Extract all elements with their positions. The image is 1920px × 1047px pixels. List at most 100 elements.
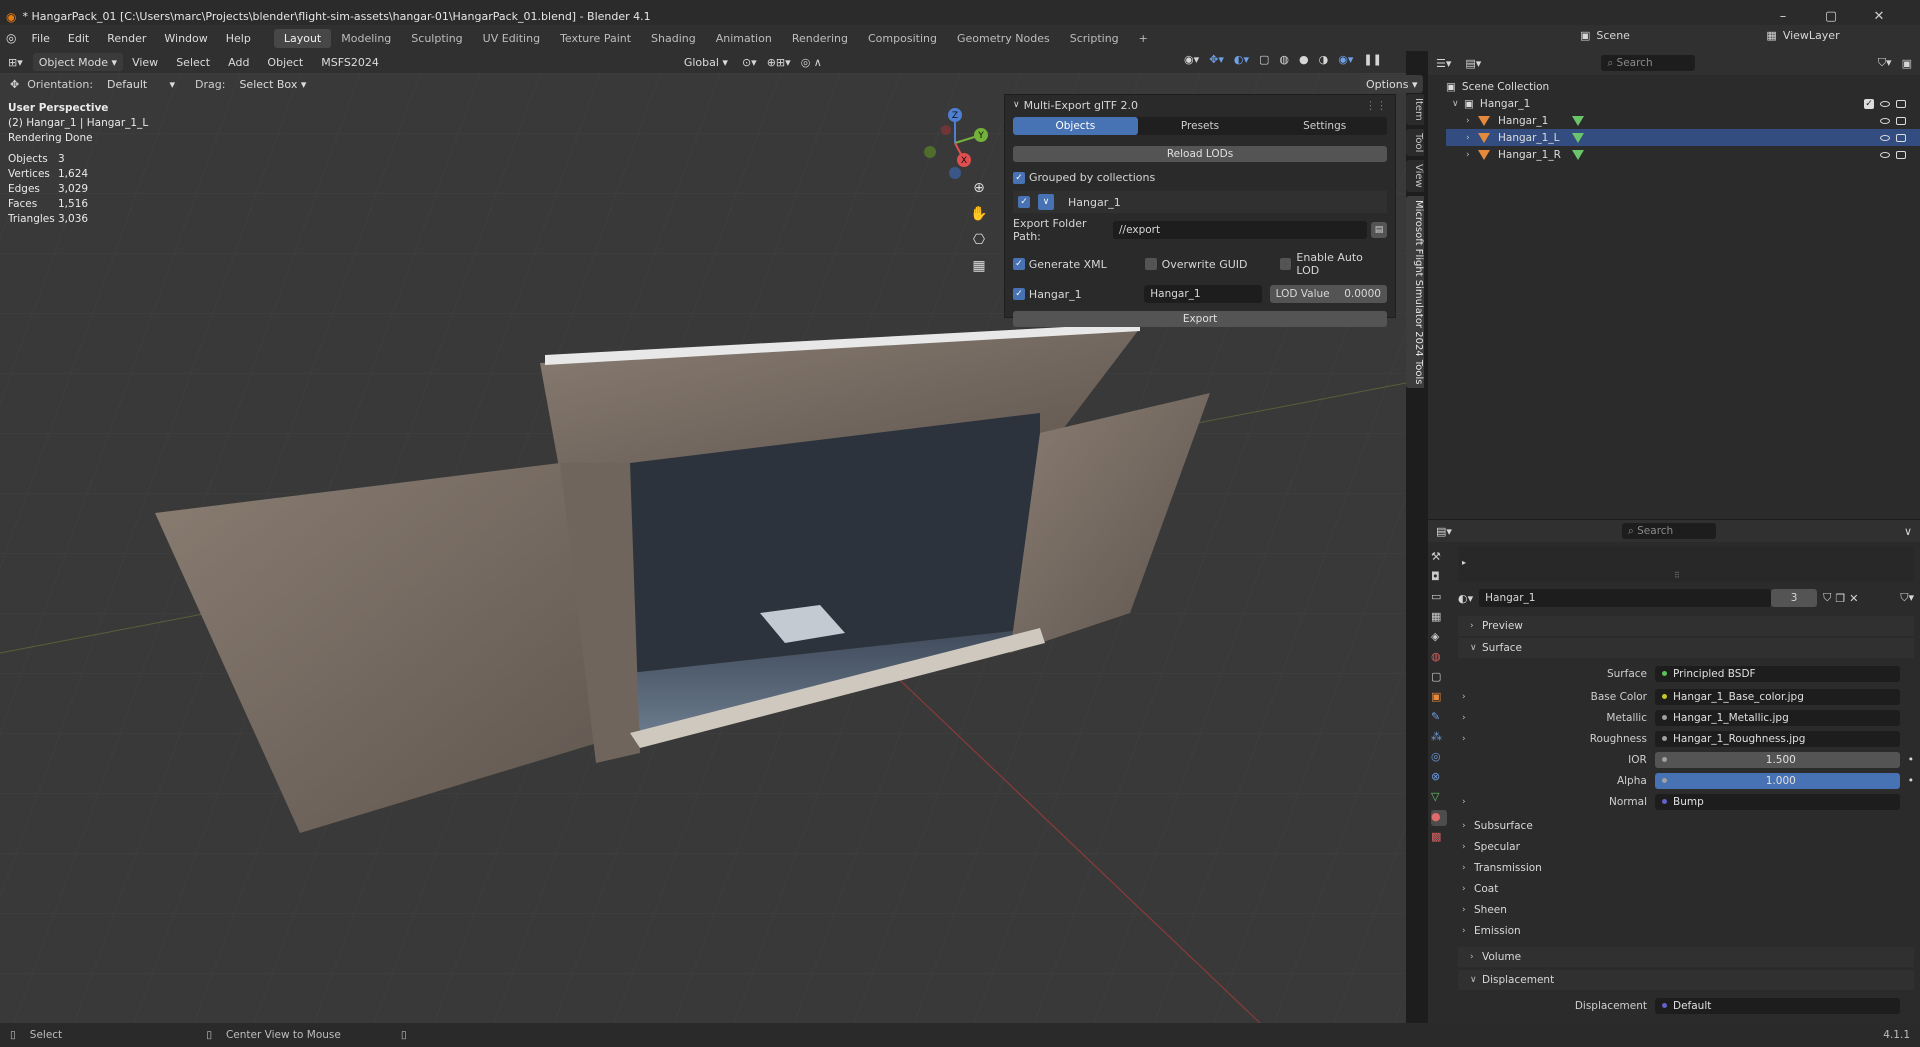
auto-lod-checkbox[interactable] [1279, 258, 1292, 270]
menu-msfs2024[interactable]: MSFS2024 [312, 56, 388, 69]
expand-icon[interactable]: › [1466, 116, 1478, 126]
preview-section[interactable]: › Preview [1458, 616, 1914, 636]
surface-section[interactable]: ∨ Surface [1458, 638, 1914, 658]
reload-lods-button[interactable]: Reload LODs [1013, 146, 1387, 162]
displacement-section[interactable]: ∨ Displacement [1458, 970, 1914, 990]
expand-icon[interactable]: › [1458, 797, 1470, 807]
duplicate-icon[interactable]: ❐ [1835, 592, 1845, 605]
material-slot-list[interactable]: ▸ ⠿ [1458, 546, 1914, 582]
material-browse-icon[interactable]: ◐▾ [1458, 592, 1473, 605]
outliner-object-label[interactable]: Hangar_1_L [1498, 132, 1568, 144]
overwrite-guid-checkbox[interactable] [1144, 258, 1157, 270]
drag-handle-icon[interactable]: ⋮⋮ [1365, 99, 1387, 112]
drag-dropdown[interactable]: Select Box ▾ [233, 75, 312, 93]
gizmo-toggle-icon[interactable]: ✥▾ [1209, 53, 1224, 66]
tab-texture-paint[interactable]: Texture Paint [550, 29, 641, 48]
tool-tab-icon[interactable]: ⚒ [1431, 550, 1447, 566]
export-button[interactable]: Export [1013, 311, 1387, 327]
perspective-grid-icon[interactable]: ▦ [970, 253, 988, 279]
pivot-icon[interactable]: ⊙▾ [742, 56, 757, 69]
eye-icon[interactable] [1880, 151, 1890, 158]
output-tab-icon[interactable]: ▭ [1431, 590, 1447, 606]
snap-icon[interactable]: ⊕⊞▾ [767, 56, 791, 69]
ior-slider[interactable]: 1.500 [1654, 751, 1900, 768]
scene-collection-label[interactable]: Scene Collection [1462, 81, 1549, 93]
tab-animation[interactable]: Animation [706, 29, 782, 48]
collapse-icon[interactable]: ∨ [1013, 100, 1020, 110]
orientation-dropdown[interactable]: Default ▾ [101, 75, 181, 93]
scene-name[interactable]: Scene [1596, 29, 1686, 42]
displacement-field[interactable]: Default [1655, 997, 1900, 1014]
zoom-icon[interactable]: ⊕ [970, 175, 988, 201]
data-tab-icon[interactable]: ▽ [1431, 790, 1447, 806]
eye-icon[interactable] [1880, 117, 1890, 124]
material-users-count[interactable]: 3 [1771, 589, 1818, 607]
expand-icon[interactable]: › [1458, 734, 1470, 744]
keyframe-dot-icon[interactable]: • [1908, 754, 1914, 766]
collection-expand-icon[interactable]: ∨ [1038, 194, 1054, 210]
outliner-object-label[interactable]: Hangar_1 [1498, 115, 1552, 127]
subsection-subsurface[interactable]: › Subsurface [1458, 815, 1914, 836]
render-icon[interactable] [1896, 150, 1906, 159]
collection-label[interactable]: Hangar_1 [1480, 98, 1530, 110]
view-layer-tab-icon[interactable]: ▦ [1431, 610, 1447, 626]
menu-file[interactable]: File [22, 32, 58, 45]
outliner-editor-icon[interactable]: ☰▾ [1436, 57, 1451, 70]
modifier-tab-icon[interactable]: ✎ [1431, 710, 1447, 726]
collection-checkbox[interactable]: ✓ [1018, 196, 1030, 208]
subsection-sheen[interactable]: › Sheen [1458, 899, 1914, 920]
normal-field[interactable]: Bump [1655, 793, 1900, 810]
tab-msfs-tools[interactable]: Microsoft Flight Simulator 2024 Tools [1406, 195, 1424, 389]
object-mode-dropdown[interactable]: Object Mode ▾ [32, 53, 124, 71]
roughness-field[interactable]: Hangar_1_Roughness.jpg [1655, 730, 1900, 747]
xray-icon[interactable]: ▢ [1259, 53, 1269, 66]
filter-icon[interactable]: ⛉▾ [1878, 56, 1892, 70]
properties-search-input[interactable]: ⌕ Search [1621, 523, 1716, 539]
particles-tab-icon[interactable]: ⁂ [1431, 730, 1447, 746]
menu-render[interactable]: Render [98, 32, 155, 45]
tab-uv-editing[interactable]: UV Editing [473, 29, 550, 48]
subsection-transmission[interactable]: › Transmission [1458, 857, 1914, 878]
subsection-coat[interactable]: › Coat [1458, 878, 1914, 899]
metallic-field[interactable]: Hangar_1_Metallic.jpg [1655, 709, 1900, 726]
menu-edit[interactable]: Edit [59, 32, 98, 45]
volume-section[interactable]: › Volume [1458, 947, 1914, 967]
outliner-search-input[interactable]: ⌕ Search [1601, 55, 1696, 71]
tab-geometry-nodes[interactable]: Geometry Nodes [947, 29, 1060, 48]
alpha-slider[interactable]: 1.000 [1654, 772, 1900, 789]
menu-help[interactable]: Help [217, 32, 260, 45]
tab-tool[interactable]: Tool [1406, 128, 1424, 157]
display-mode-icon[interactable]: ▤▾ [1465, 57, 1481, 70]
expand-icon[interactable]: ∨ [1452, 99, 1464, 109]
menu-window[interactable]: Window [155, 32, 216, 45]
blender-menu-icon[interactable]: ◎ [6, 31, 16, 45]
collection-tab-icon[interactable]: ▢ [1431, 670, 1447, 686]
pause-icon[interactable]: ❚❚ [1363, 53, 1381, 66]
tab-settings[interactable]: Settings [1262, 117, 1387, 135]
tab-view[interactable]: View [1406, 160, 1424, 192]
shading-material-icon[interactable]: ◑ [1319, 53, 1329, 66]
expand-icon[interactable]: › [1466, 150, 1478, 160]
proportional-edit-icon[interactable]: ◎ ∧ [801, 56, 822, 69]
grouped-checkbox[interactable]: ✓ [1013, 171, 1025, 184]
options-dropdown[interactable]: Options ▾ [1360, 75, 1424, 93]
folder-path-input[interactable]: //export [1113, 221, 1367, 239]
menu-object[interactable]: Object [258, 56, 312, 69]
constraints-tab-icon[interactable]: ⊗ [1431, 770, 1447, 786]
menu-select[interactable]: Select [167, 56, 219, 69]
tab-scripting[interactable]: Scripting [1060, 29, 1129, 48]
tab-compositing[interactable]: Compositing [858, 29, 947, 48]
physics-tab-icon[interactable]: ◎ [1431, 750, 1447, 766]
new-collection-icon[interactable]: ▣ [1902, 57, 1912, 70]
menu-add[interactable]: Add [219, 56, 258, 69]
tab-presets[interactable]: Presets [1138, 117, 1263, 135]
world-tab-icon[interactable]: ◍ [1431, 650, 1447, 666]
properties-editor-icon[interactable]: ▤▾ [1436, 525, 1452, 538]
exclude-checkbox[interactable]: ✓ [1864, 98, 1874, 109]
tab-sculpting[interactable]: Sculpting [401, 29, 472, 48]
scene-tab-icon[interactable]: ◈ [1431, 630, 1447, 646]
tab-shading[interactable]: Shading [641, 29, 706, 48]
object-tab-icon[interactable]: ▣ [1431, 690, 1447, 706]
material-filter-icon[interactable]: ⛉▾ [1900, 591, 1914, 605]
render-icon[interactable] [1896, 133, 1906, 142]
